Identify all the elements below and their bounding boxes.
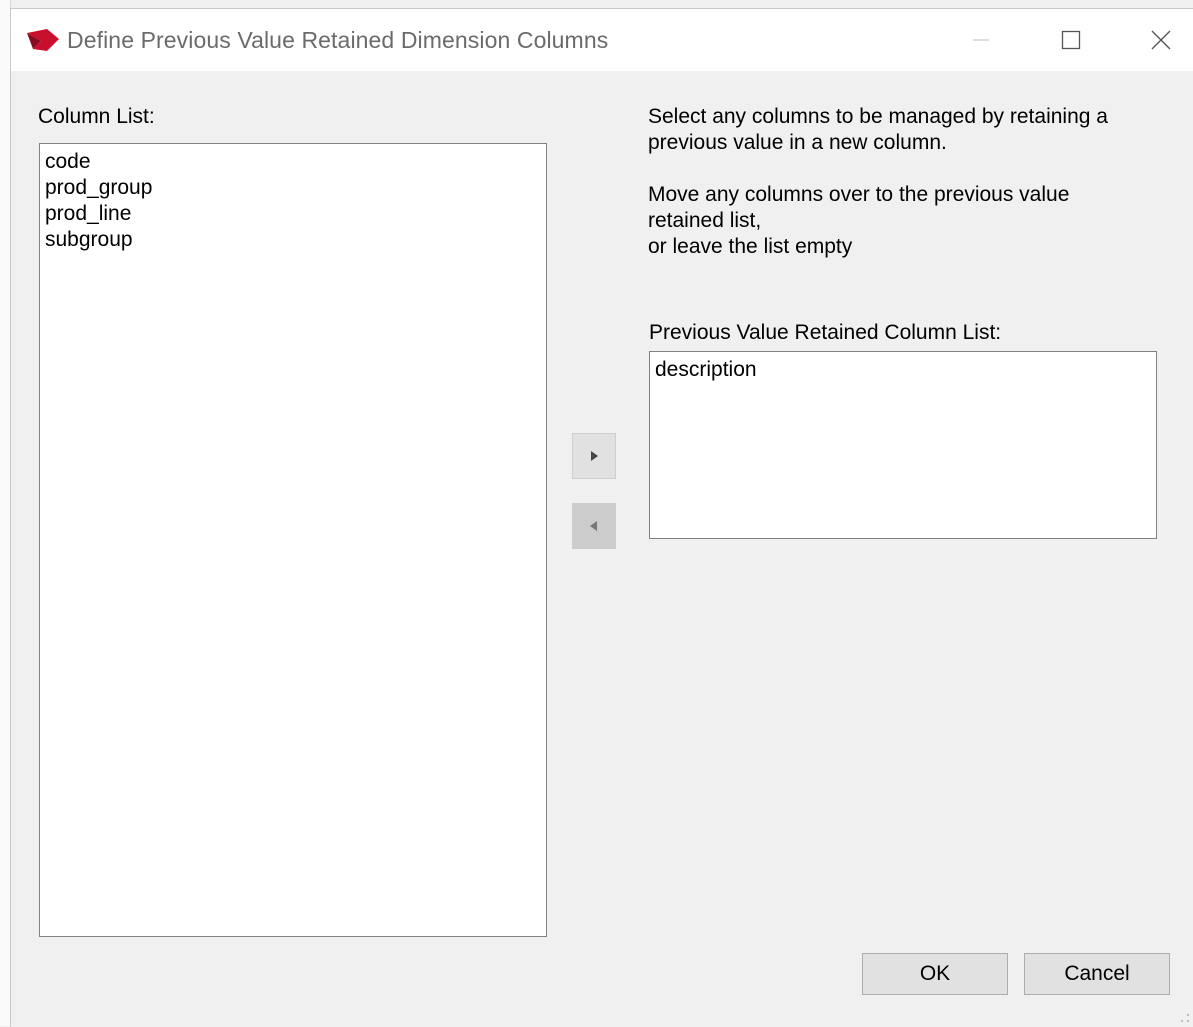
column-list-label: Column List: [38, 105, 155, 128]
triangle-left-icon [590, 521, 597, 531]
instructions-line: Move any columns over to the previous va… [648, 183, 1070, 206]
close-icon [1151, 30, 1171, 50]
list-item[interactable]: prod_group [40, 175, 546, 201]
ok-button[interactable]: OK [862, 953, 1008, 995]
dialog-window: Define Previous Value Retained Dimension… [10, 8, 1193, 1027]
list-item[interactable]: code [40, 149, 546, 175]
instructions-line: retained list, [648, 209, 762, 232]
window-title: Define Previous Value Retained Dimension… [67, 27, 609, 53]
retained-list-box[interactable]: description [649, 351, 1157, 539]
wherescape-logo-icon [27, 29, 59, 51]
triangle-right-icon [591, 451, 598, 461]
minimize-icon [973, 39, 989, 41]
move-right-button[interactable] [572, 433, 616, 479]
move-instructions-text: Move any columns over to the previous va… [648, 182, 1069, 260]
move-left-button[interactable] [572, 503, 616, 549]
minimize-button[interactable] [955, 9, 1007, 71]
column-list-box[interactable]: code prod_group prod_line subgroup [39, 143, 547, 937]
retained-list-label: Previous Value Retained Column List: [649, 321, 1002, 344]
cancel-button[interactable]: Cancel [1024, 953, 1170, 995]
maximize-button[interactable] [1045, 9, 1097, 71]
instructions-text: Select any columns to be managed by reta… [648, 104, 1108, 156]
list-item[interactable]: prod_line [40, 201, 546, 227]
close-button[interactable] [1135, 9, 1187, 71]
list-item[interactable]: description [650, 357, 1156, 383]
instructions-line: previous value in a new column. [648, 131, 947, 154]
instructions-line: Select any columns to be managed by reta… [648, 105, 1108, 128]
resize-grip-icon[interactable] [1180, 1013, 1190, 1023]
list-item[interactable]: subgroup [40, 227, 546, 253]
title-bar: Define Previous Value Retained Dimension… [11, 9, 1193, 71]
maximize-icon [1061, 30, 1081, 50]
instructions-line: or leave the list empty [648, 235, 853, 258]
